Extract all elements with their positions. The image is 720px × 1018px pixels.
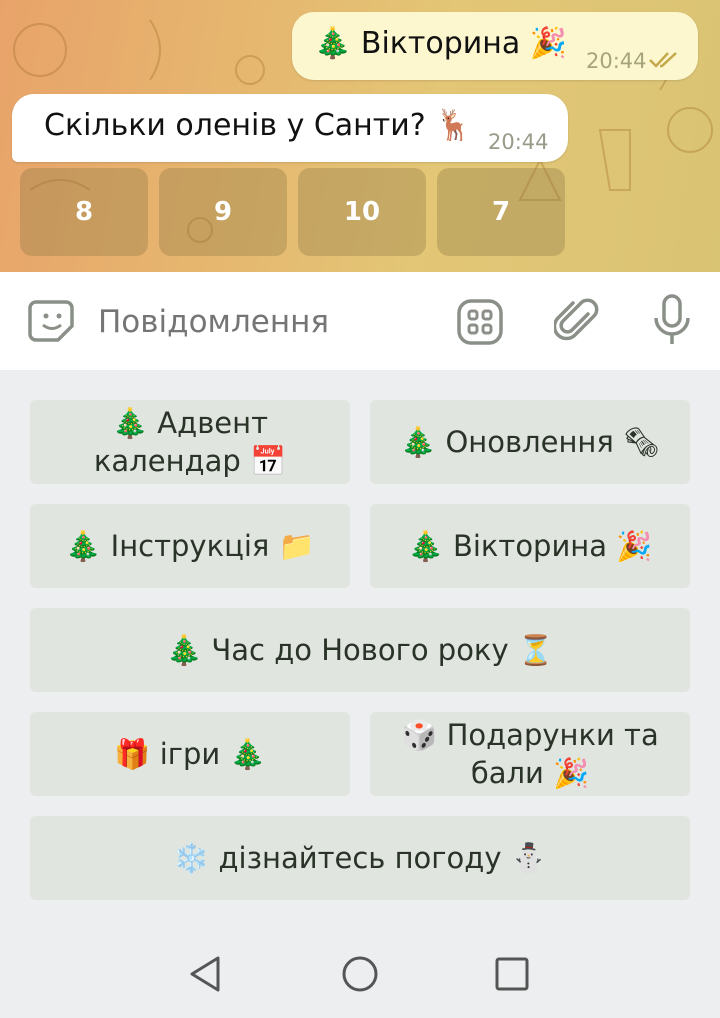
recent-apps-icon[interactable] xyxy=(494,956,530,992)
keyboard-button-gifts-and-points[interactable]: 🎲 Подарунки та бали 🎉 xyxy=(370,712,690,796)
keyboard-button-instructions[interactable]: 🎄 Інструкція 📁 xyxy=(30,504,350,588)
outgoing-message-time: 20:44 xyxy=(586,49,647,73)
back-icon[interactable] xyxy=(188,954,224,994)
sticker-icon[interactable] xyxy=(28,296,78,346)
quiz-option-8[interactable]: 8 xyxy=(20,168,148,256)
reply-keyboard: 🎄 Адвент календар 📅 🎄 Оновлення 🗞 🎄 Інст… xyxy=(0,370,720,930)
incoming-message-time: 20:44 xyxy=(488,130,549,154)
quiz-option-10[interactable]: 10 xyxy=(298,168,426,256)
paperclip-icon[interactable] xyxy=(554,296,600,346)
incoming-message-text: Скільки оленів у Санти? 🦌 xyxy=(44,108,473,143)
message-input[interactable] xyxy=(96,296,440,348)
microphone-icon[interactable] xyxy=(650,292,694,348)
keyboard-button-weather[interactable]: ❄️ дізнайтесь погоду ⛄ xyxy=(30,816,690,900)
system-navigation-bar xyxy=(0,930,720,1018)
quiz-option-9[interactable]: 9 xyxy=(159,168,287,256)
chat-area: 🎄 Вікторина 🎉 20:44 Скільки оленів у Сан… xyxy=(0,0,720,272)
keyboard-button-quiz[interactable]: 🎄 Вікторина 🎉 xyxy=(370,504,690,588)
bot-menu-icon[interactable] xyxy=(456,298,504,346)
keyboard-button-games[interactable]: 🎁 ігри 🎄 xyxy=(30,712,350,796)
message-composer xyxy=(0,272,720,370)
outgoing-message-bubble[interactable]: 🎄 Вікторина 🎉 20:44 xyxy=(292,12,698,80)
quiz-option-7[interactable]: 7 xyxy=(437,168,565,256)
keyboard-button-updates[interactable]: 🎄 Оновлення 🗞 xyxy=(370,400,690,484)
home-icon[interactable] xyxy=(340,954,380,994)
double-check-icon xyxy=(649,52,677,68)
outgoing-message-text: 🎄 Вікторина 🎉 xyxy=(314,26,568,61)
keyboard-button-advent-calendar[interactable]: 🎄 Адвент календар 📅 xyxy=(30,400,350,484)
keyboard-button-new-year-countdown[interactable]: 🎄 Час до Нового року ⏳ xyxy=(30,608,690,692)
incoming-message-bubble[interactable]: Скільки оленів у Санти? 🦌 20:44 xyxy=(12,94,568,162)
